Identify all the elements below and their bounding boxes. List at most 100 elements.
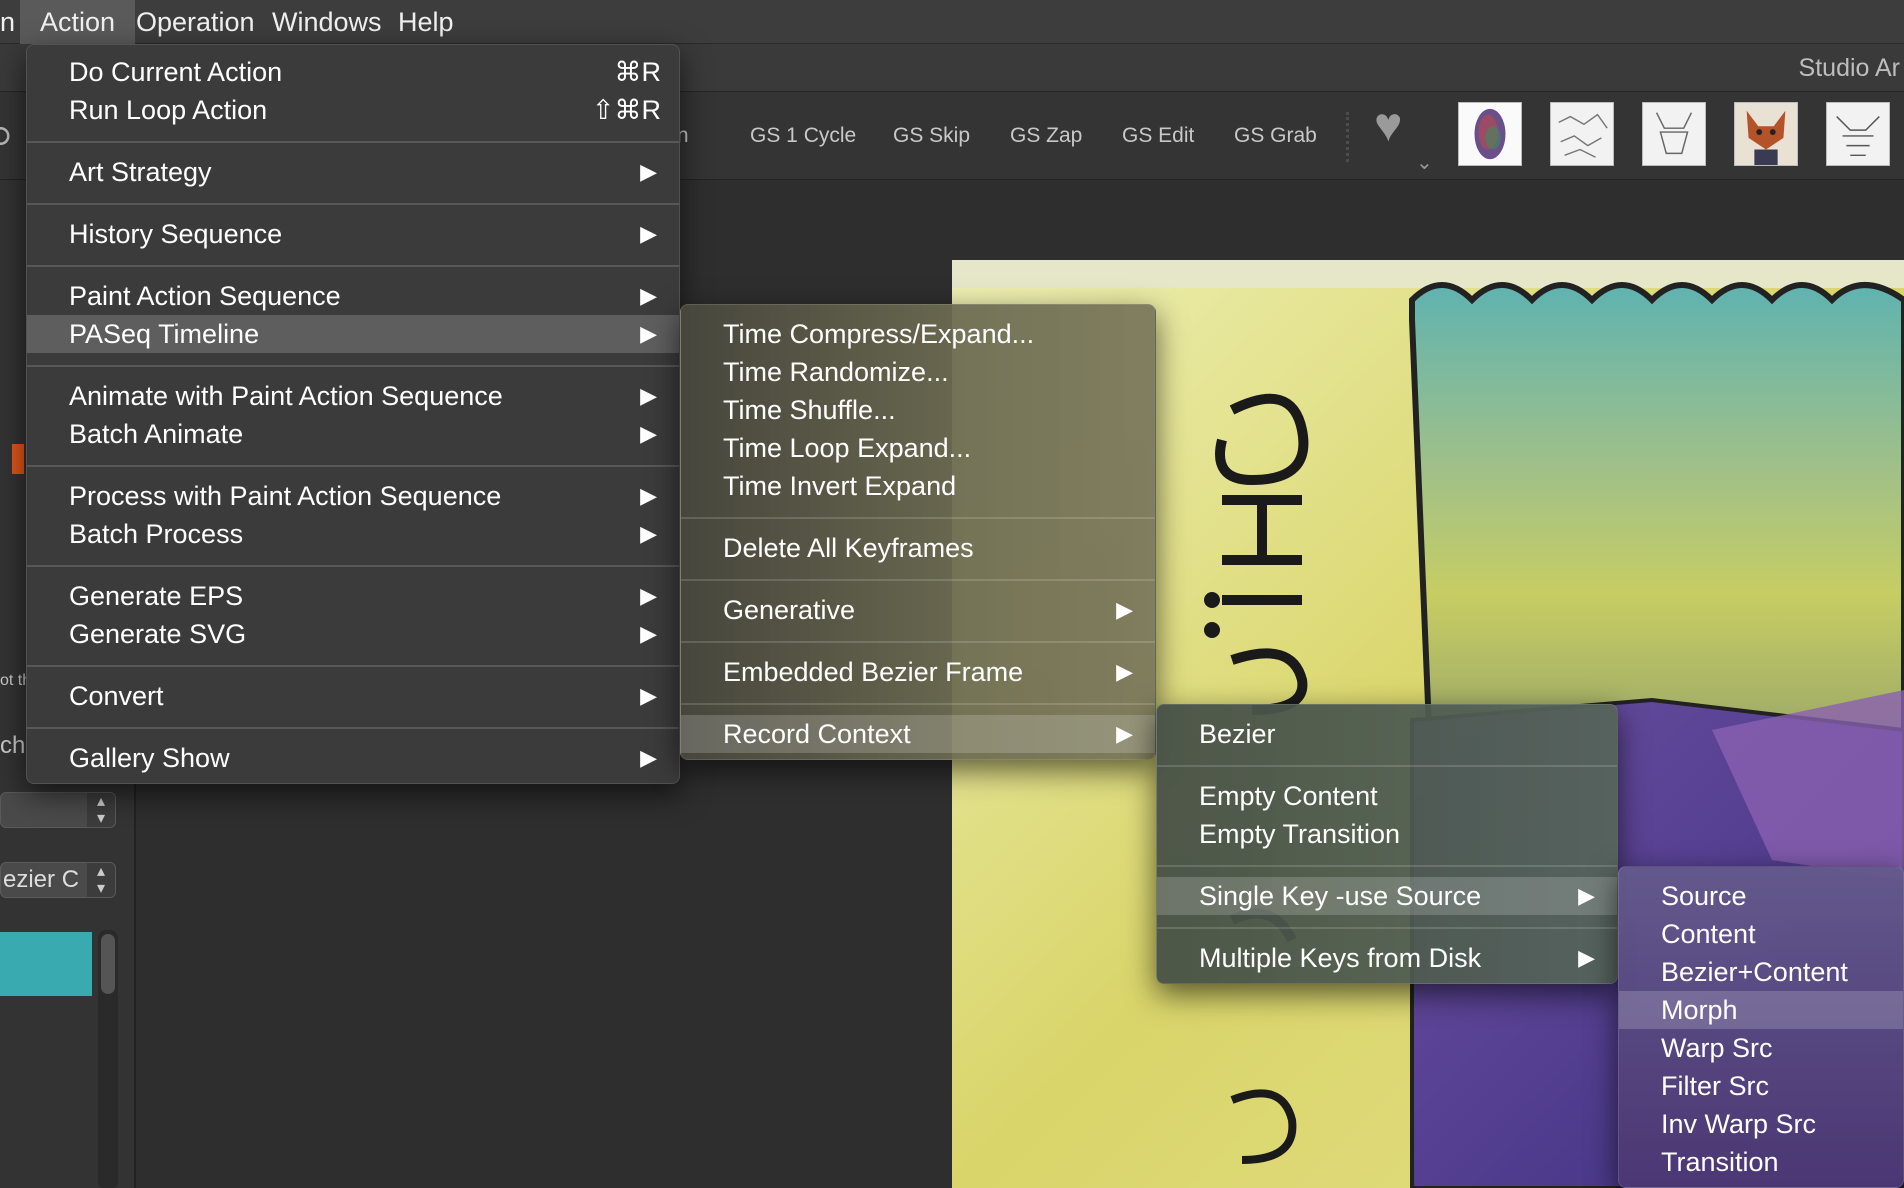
menu-item-time-invert-expand[interactable]: Time Invert Expand [681, 467, 1155, 505]
menu-separator [27, 565, 679, 567]
menu-item-source[interactable]: Source [1619, 877, 1903, 915]
menu-separator [681, 703, 1155, 705]
menu-item-label: Do Current Action [69, 57, 283, 87]
menu-item-time-loop-expand[interactable]: Time Loop Expand... [681, 429, 1155, 467]
submenu-arrow-icon: ▶ [640, 745, 657, 770]
menu-item-batch-process[interactable]: Batch Process ▶ [27, 515, 679, 553]
submenu-arrow-icon: ▶ [640, 321, 657, 346]
menu-item-transition[interactable]: Transition [1619, 1143, 1903, 1181]
menubar-item-help[interactable]: Help [378, 0, 474, 44]
submenu-arrow-icon: ▶ [1116, 597, 1133, 622]
menu-item-record-context[interactable]: Record Context ▶ [681, 715, 1155, 753]
preset-thumbnail[interactable] [1734, 102, 1798, 166]
action-menu: Do Current Action ⌘R Run Loop Action ⇧⌘R… [26, 44, 680, 784]
menu-item-do-current-action[interactable]: Do Current Action ⌘R [27, 53, 679, 91]
menu-item-bezier-content[interactable]: Bezier+Content [1619, 953, 1903, 991]
menu-separator [27, 265, 679, 267]
toolbar-gs-1-cycle-button[interactable]: GS 1 Cycle [750, 92, 856, 180]
menu-item-label: Multiple Keys from Disk [1199, 943, 1482, 973]
heart-icon[interactable]: ♥ [1374, 102, 1403, 150]
menu-item-batch-animate[interactable]: Batch Animate ▶ [27, 415, 679, 453]
menu-item-time-compress-expand[interactable]: Time Compress/Expand... [681, 315, 1155, 353]
menu-item-label: History Sequence [69, 219, 283, 249]
menu-item-multiple-keys-from-disk[interactable]: Multiple Keys from Disk ▶ [1157, 939, 1617, 977]
menu-separator [1157, 865, 1617, 867]
menu-bar: n Action Operation Windows Help [0, 0, 1904, 44]
menu-item-embedded-bezier-frame[interactable]: Embedded Bezier Frame ▶ [681, 653, 1155, 691]
menu-item-run-loop-action[interactable]: Run Loop Action ⇧⌘R [27, 91, 679, 129]
stepper-icon[interactable]: ▴ ▾ [87, 793, 115, 827]
menu-item-gallery-show[interactable]: Gallery Show ▶ [27, 739, 679, 777]
menu-item-bezier[interactable]: Bezier [1157, 715, 1617, 753]
menu-separator [681, 579, 1155, 581]
zoom-icon[interactable]: ⌕ [0, 104, 15, 165]
toolbar-gs-skip-button[interactable]: GS Skip [893, 92, 970, 180]
toolbar-gs-grab-button[interactable]: GS Grab [1234, 92, 1317, 180]
menu-separator [27, 141, 679, 143]
left-panel-dropdown[interactable]: ▴ ▾ [0, 792, 116, 828]
paseq-timeline-submenu: Time Compress/Expand... Time Randomize..… [680, 304, 1156, 760]
menu-item-label: Time Invert Expand [723, 471, 957, 501]
scrollbar-thumb[interactable] [101, 934, 115, 994]
left-panel-dropdown[interactable]: ezier C ▴ ▾ [0, 862, 116, 898]
shortcut-label: ⌘R [614, 57, 662, 87]
menu-item-generative[interactable]: Generative ▶ [681, 591, 1155, 629]
menu-item-label: Process with Paint Action Sequence [69, 481, 502, 511]
menu-item-warp-src[interactable]: Warp Src [1619, 1029, 1903, 1067]
menu-separator [27, 665, 679, 667]
preset-thumbnail[interactable] [1458, 102, 1522, 166]
menu-item-paint-action-sequence[interactable]: Paint Action Sequence ▶ [27, 277, 679, 315]
menu-item-inv-warp-src[interactable]: Inv Warp Src [1619, 1105, 1903, 1143]
menu-separator [681, 517, 1155, 519]
menu-item-history-sequence[interactable]: History Sequence ▶ [27, 215, 679, 253]
menu-item-label: Delete All Keyframes [723, 533, 974, 563]
menu-separator [27, 465, 679, 467]
preset-thumbnail[interactable] [1826, 102, 1890, 166]
menu-item-time-randomize[interactable]: Time Randomize... [681, 353, 1155, 391]
menu-item-label: Single Key -use Source [1199, 881, 1482, 911]
menu-item-convert[interactable]: Convert ▶ [27, 677, 679, 715]
menu-item-generate-eps[interactable]: Generate EPS ▶ [27, 577, 679, 615]
menu-separator [1157, 765, 1617, 767]
menu-item-process[interactable]: Process with Paint Action Sequence ▶ [27, 477, 679, 515]
submenu-arrow-icon: ▶ [1116, 659, 1133, 684]
menu-item-label: Art Strategy [69, 157, 212, 187]
menu-item-label: Embedded Bezier Frame [723, 657, 1024, 687]
menu-item-content[interactable]: Content [1619, 915, 1903, 953]
menu-item-paseq-timeline[interactable]: PASeq Timeline ▶ [27, 315, 679, 353]
menu-item-label: Convert [69, 681, 164, 711]
menu-item-label: Empty Content [1199, 781, 1378, 811]
menu-item-label: Time Shuffle... [723, 395, 896, 425]
submenu-arrow-icon: ▶ [640, 583, 657, 608]
chevron-down-icon[interactable]: ⌄ [1416, 150, 1433, 175]
preset-thumbnail[interactable] [1550, 102, 1614, 166]
menubar-item-operation[interactable]: Operation [116, 0, 275, 44]
submenu-arrow-icon: ▶ [640, 283, 657, 308]
menu-item-animate[interactable]: Animate with Paint Action Sequence ▶ [27, 377, 679, 415]
menu-separator [27, 727, 679, 729]
menu-item-empty-transition[interactable]: Empty Transition [1157, 815, 1617, 853]
menu-item-time-shuffle[interactable]: Time Shuffle... [681, 391, 1155, 429]
stepper-icon[interactable]: ▴ ▾ [87, 863, 115, 897]
shortcut-label: ⇧⌘R [591, 95, 661, 125]
color-indicator [12, 444, 24, 474]
menu-item-art-strategy[interactable]: Art Strategy ▶ [27, 153, 679, 191]
selected-list-item[interactable] [0, 932, 92, 996]
preset-thumbnail[interactable] [1642, 102, 1706, 166]
toolbar-gs-zap-button[interactable]: GS Zap [1010, 92, 1082, 180]
app-window: n Action Operation Windows Help Studio A… [0, 0, 1904, 1188]
submenu-arrow-icon: ▶ [640, 221, 657, 246]
toolbar-gs-edit-button[interactable]: GS Edit [1122, 92, 1194, 180]
menu-separator [27, 365, 679, 367]
menu-item-filter-src[interactable]: Filter Src [1619, 1067, 1903, 1105]
menu-item-generate-svg[interactable]: Generate SVG ▶ [27, 615, 679, 653]
menu-item-label: Generate EPS [69, 581, 244, 611]
menu-item-morph[interactable]: Morph [1619, 991, 1903, 1029]
dropdown-value: ezier C [3, 866, 80, 893]
menu-separator [27, 203, 679, 205]
menu-item-single-key-use-source[interactable]: Single Key -use Source ▶ [1157, 877, 1617, 915]
submenu-arrow-icon: ▶ [640, 621, 657, 646]
menu-item-label: Run Loop Action [69, 95, 268, 125]
menu-item-delete-all-keyframes[interactable]: Delete All Keyframes [681, 529, 1155, 567]
menu-item-empty-content[interactable]: Empty Content [1157, 777, 1617, 815]
